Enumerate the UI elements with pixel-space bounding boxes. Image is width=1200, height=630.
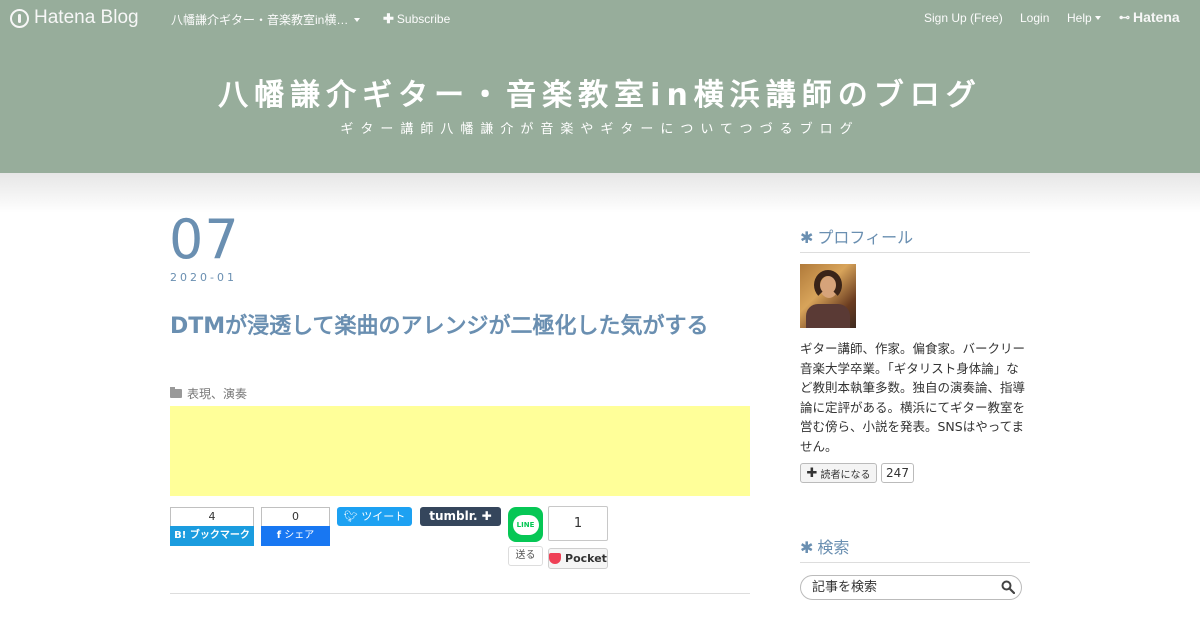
profile-heading-label: プロフィール [817,228,914,247]
entry-year-month[interactable]: 2020-01 [170,271,237,284]
brand-label: Hatena Blog [34,7,139,28]
subscribe-button[interactable]: ✚ Subscribe [383,11,450,27]
blog-description: ギター講師八幡謙介が音楽やギターについてつづるブログ [340,122,860,137]
signup-link[interactable]: Sign Up (Free) [924,11,1003,25]
hatena-bookmark-button[interactable]: 4 B! ブックマーク [170,507,254,546]
folder-icon [170,387,182,398]
hatena-bookmark-count: 4 [170,507,254,526]
become-reader-label: 読者になる [820,469,871,481]
help-menu[interactable]: Help [1067,11,1101,25]
become-reader-button[interactable]: ✚ 読者になる [800,463,877,483]
hatena-bookmark-label: B! ブックマーク [170,526,254,546]
pocket-count: 1 [548,506,608,541]
search-heading-label: 検索 [817,538,850,557]
search-icon[interactable] [1001,580,1015,594]
header-shadow [0,173,1200,213]
facebook-label-text: シェア [284,530,315,541]
help-label: Help [1067,11,1092,25]
entry-title[interactable]: DTMが浸透して楽曲のアレンジが二極化した気がする [170,311,750,342]
facebook-share-count: 0 [261,507,330,526]
twitter-bird-icon: 🐦︎ [343,510,358,523]
chevron-down-icon [354,17,361,22]
ad-banner[interactable] [170,406,750,496]
pocket-label: Pocket [565,552,607,565]
blog-switcher[interactable]: 八幡謙介ギター・音楽教室in横… [171,11,361,28]
entry-categories: 表現、演奏 [170,385,247,402]
asterisk-icon: ✱ [800,538,814,557]
line-send-label[interactable]: 送る [508,546,543,566]
tweet-label: ツイート [361,510,406,523]
blog-title[interactable]: 八幡謙介ギター・音楽教室in横浜講師のブログ [0,70,1200,114]
category-links[interactable]: 表現、演奏 [187,385,247,402]
avatar-hair [814,270,842,300]
plus-icon: ✚ [383,11,394,26]
plus-icon: ✚ [806,465,818,481]
line-icon: LINE [512,514,539,535]
avatar-body [806,304,850,328]
profile-heading: ✱ プロフィール [800,224,1030,253]
chevron-down-icon [1094,16,1101,20]
hatena-mark-icon: ⊷ [1119,11,1130,24]
hatena-logo-label: Hatena [1133,9,1180,25]
entry-day[interactable]: 07 [169,208,240,271]
facebook-icon: f [276,530,282,541]
pocket-button[interactable]: Pocket [548,548,608,569]
entry-divider [170,593,750,594]
blog-switcher-label: 八幡謙介ギター・音楽教室in横… [171,13,349,27]
hatena-toolbar: Hatena Blog 八幡謙介ギター・音楽教室in横… ✚ Subscribe… [0,0,1200,36]
pocket-icon [549,553,562,564]
facebook-share-label: f シェア [261,526,330,546]
avatar[interactable] [800,264,856,328]
line-button[interactable]: LINE [508,507,543,542]
profile-bio: ギター講師、作家。偏食家。バークリー音楽大学卒業。「ギタリスト身体論」など教則本… [800,341,1026,454]
facebook-share-button[interactable]: 0 f シェア [261,507,330,546]
reader-count[interactable]: 247 [881,463,914,483]
tumblr-button[interactable]: tumblr. ✚ [420,507,501,526]
asterisk-icon: ✱ [800,228,814,247]
search-input[interactable]: 記事を検索 [800,575,1022,600]
search-heading: ✱ 検索 [800,534,1030,563]
login-link[interactable]: Login [1020,11,1049,25]
tweet-button[interactable]: 🐦︎ ツイート [337,507,412,526]
hatena-blog-icon [10,8,29,28]
hatena-logo[interactable]: ⊷ Hatena [1119,9,1180,25]
hatena-blog-logo[interactable]: Hatena Blog [10,6,139,30]
subscribe-label: Subscribe [396,12,451,26]
